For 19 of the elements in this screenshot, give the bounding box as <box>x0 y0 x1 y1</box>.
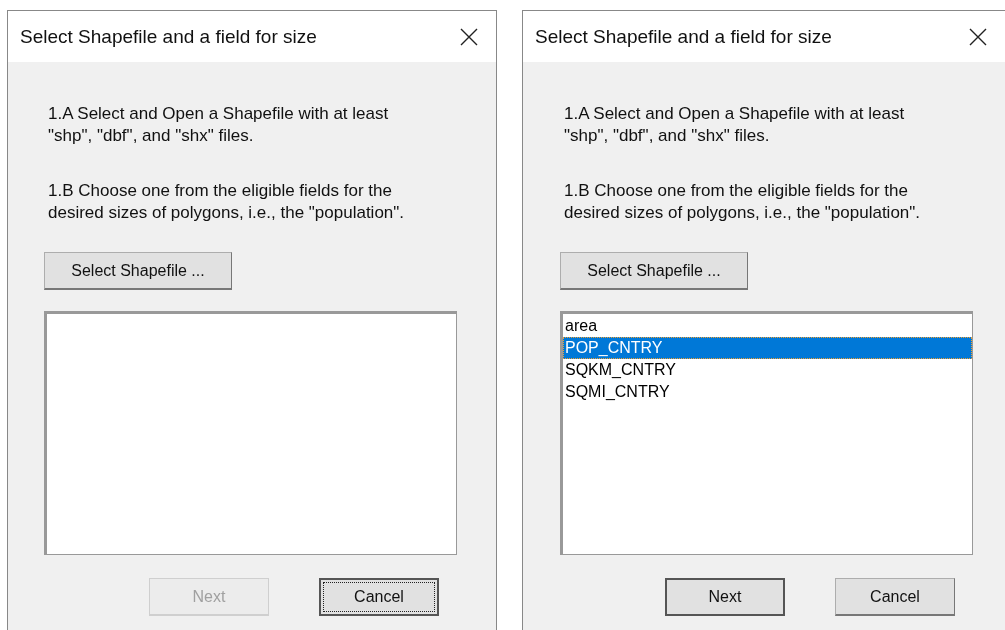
field-list-item[interactable]: SQMI_CNTRY <box>563 381 972 403</box>
instruction-text: 1.B Choose one from the eligible fields for the desired sizes of polygons, i.e., the "population". <box>564 180 922 224</box>
field-list[interactable]: area POP_CNTRY SQKM_CNTRY SQMI_CNTRY <box>560 311 973 555</box>
cancel-button[interactable]: Cancel <box>835 578 955 616</box>
field-list[interactable] <box>44 311 457 555</box>
window-title: Select Shapefile and a field for size <box>20 25 317 48</box>
field-list-item[interactable]: SQKM_CNTRY <box>563 359 972 381</box>
cancel-button[interactable]: Cancel <box>319 578 439 616</box>
instruction-text: 1.A Select and Open a Shapefile with at least "shp", "dbf", and "shx" files. <box>48 103 390 147</box>
select-shapefile-button[interactable]: Select Shapefile ... <box>44 252 232 290</box>
window-title: Select Shapefile and a field for size <box>535 25 832 48</box>
close-icon[interactable] <box>460 27 478 46</box>
field-list-item[interactable]: POP_CNTRY <box>563 337 972 359</box>
field-list-item[interactable]: area <box>563 315 972 337</box>
instruction-text: 1.A Select and Open a Shapefile with at least "shp", "dbf", and "shx" files. <box>564 103 906 147</box>
next-button[interactable]: Next <box>665 578 785 616</box>
select-shapefile-button[interactable]: Select Shapefile ... <box>560 252 748 290</box>
close-icon[interactable] <box>969 27 987 46</box>
instruction-text: 1.B Choose one from the eligible fields for the desired sizes of polygons, i.e., the "population". <box>48 180 406 224</box>
